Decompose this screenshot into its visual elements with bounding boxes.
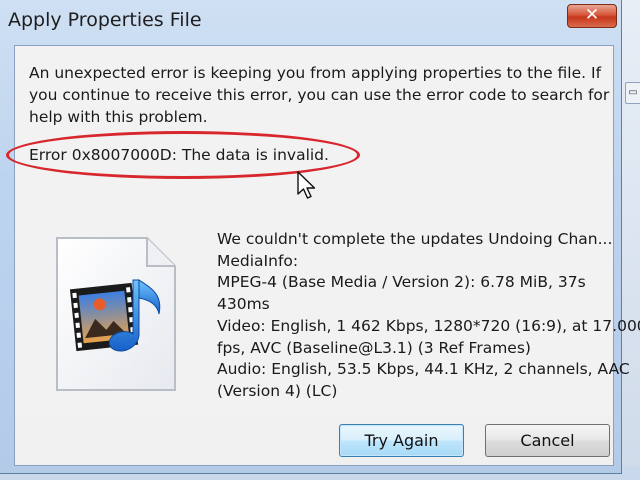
mouse-pointer-icon: [297, 171, 316, 199]
error-dialog: Apply Properties File ✕ An unexpected er…: [0, 0, 640, 474]
media-file-icon: [56, 237, 176, 391]
dialog-client-area: An unexpected error is keeping you from …: [6, 45, 640, 466]
details-line: 430ms: [217, 295, 270, 314]
background-window-button[interactable]: ▭: [625, 82, 640, 104]
details-line: MPEG-4 (Base Media / Version 2): 6.78 Mi…: [217, 273, 586, 292]
details-line: We couldn't complete the updates Undoing…: [217, 230, 613, 248]
error-message: An unexpected error is keeping you from …: [29, 64, 610, 126]
details-line: Audio: English, 53.5 Kbps, 44.1 KHz, 2 c…: [217, 360, 630, 379]
file-details: We couldn't complete the updates Undoing…: [217, 229, 640, 403]
window-title: Apply Properties File: [8, 9, 202, 31]
details-line: MediaInfo:: [217, 251, 299, 270]
details-line: Video: English, 1 462 Kbps, 1280*720 (16…: [217, 316, 640, 335]
content-area: An unexpected error is keeping you from …: [6, 46, 640, 416]
try-again-button[interactable]: Try Again: [339, 424, 464, 457]
close-button[interactable]: ✕: [567, 4, 617, 28]
cancel-button[interactable]: Cancel: [485, 424, 610, 457]
title-bar[interactable]: Apply Properties File ✕: [0, 0, 622, 44]
details-line: (Version 4) (LC): [217, 381, 338, 400]
details-line: fps, AVC (Baseline@L3.1) (3 Ref Frames): [217, 338, 531, 357]
